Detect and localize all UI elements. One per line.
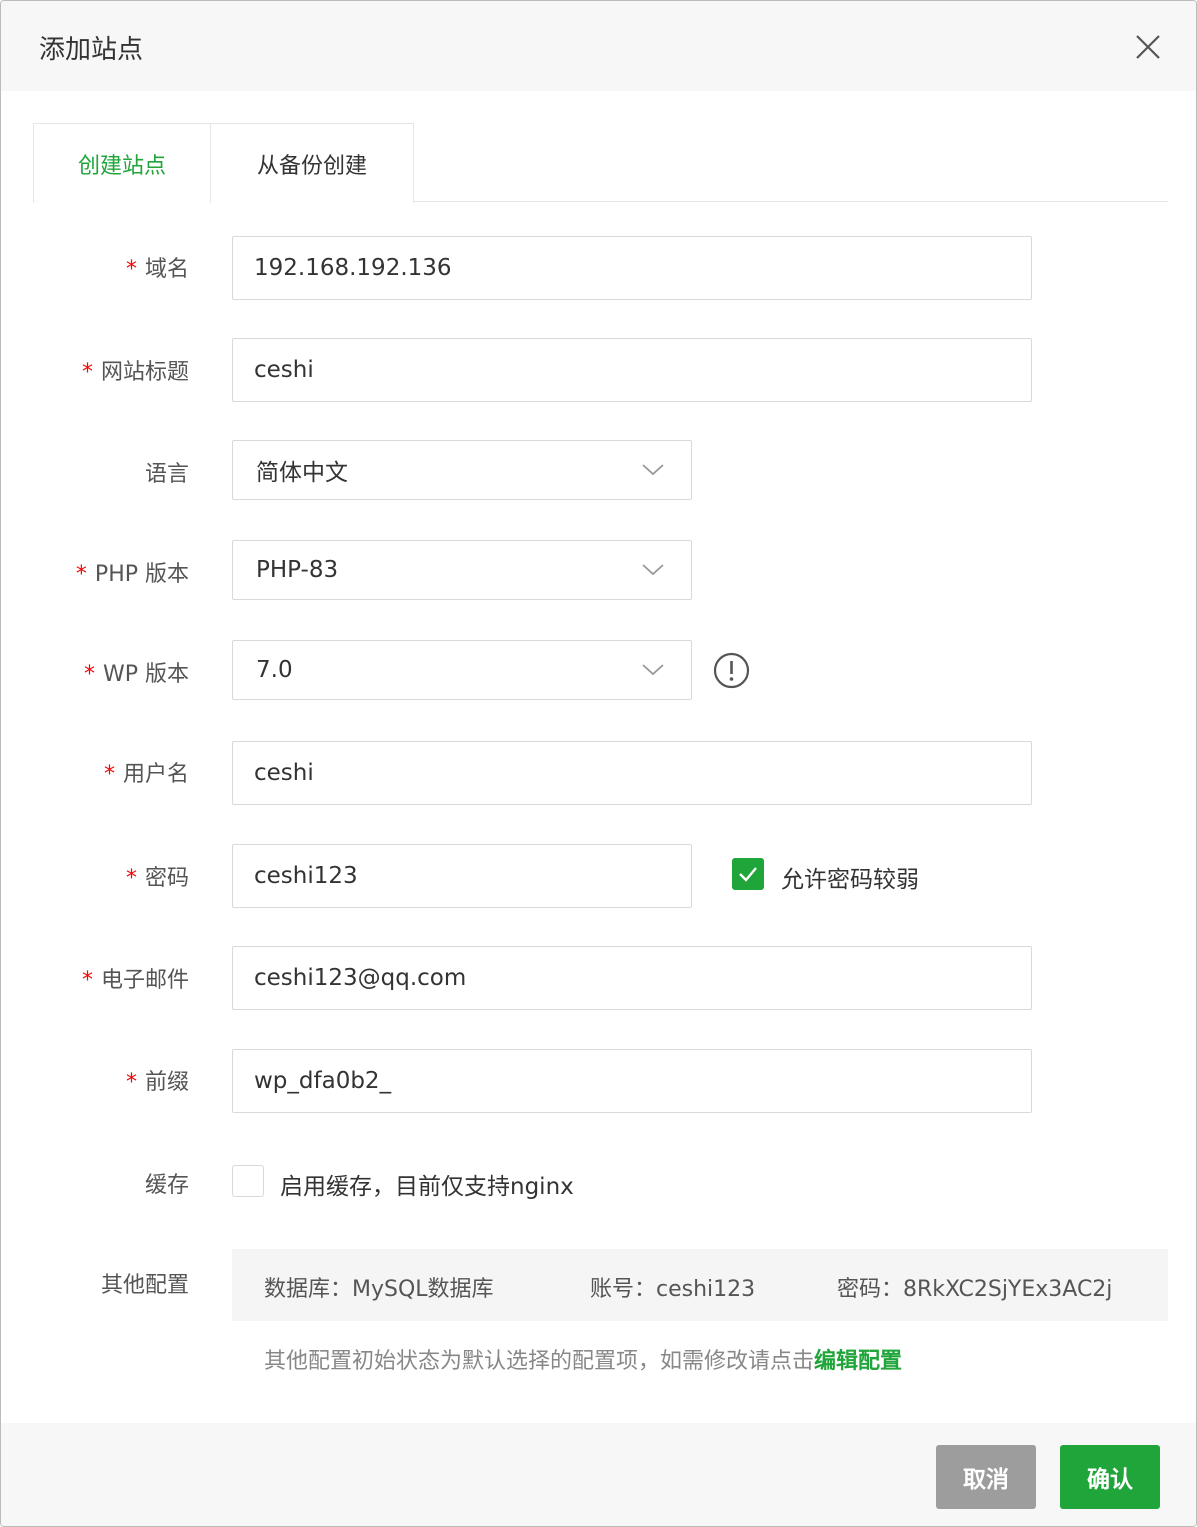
close-icon[interactable] [1131, 31, 1165, 65]
language-label: 语言 [144, 462, 189, 487]
tab-bar: 创建站点 从备份创建 [33, 123, 1168, 203]
wp-version-select[interactable]: 7.0 [232, 640, 692, 700]
cancel-button[interactable]: 取消 [936, 1445, 1036, 1509]
password-input[interactable]: ceshi123 [232, 844, 692, 908]
dialog-header: 添加站点 [1, 1, 1196, 91]
prefix-label: * 前缀 [125, 1070, 189, 1095]
prefix-input[interactable]: wp_dfa0b2_ [232, 1049, 1032, 1113]
email-input[interactable]: ceshi123@qq.com [232, 946, 1032, 1010]
php-version-value: PHP-83 [256, 557, 339, 583]
other-config-label: 其他配置 [100, 1273, 189, 1298]
dialog-title: 添加站点 [39, 35, 144, 65]
add-site-dialog: 添加站点 创建站点 从备份创建 * 域名 192.168.192.136 * 网站标… [0, 0, 1197, 1527]
tab-create-from-backup[interactable]: 从备份创建 [210, 123, 414, 203]
hint-text: 其他配置初始状态为默认选择的配置项，如需修改请点击 [264, 1349, 815, 1374]
domain-label: * 域名 [125, 257, 189, 282]
username-input[interactable]: ceshi [232, 741, 1032, 805]
chevron-down-icon [642, 664, 664, 676]
database-info: 数据库：MySQL数据库 [264, 1277, 494, 1302]
weak-password-label: 允许密码较弱 [781, 867, 919, 893]
password-label: * 密码 [125, 866, 189, 891]
db-password-info: 密码：8RkXC2SjYEx3AC2j [837, 1277, 1113, 1302]
edit-config-link[interactable]: 编辑配置 [814, 1349, 902, 1374]
php-version-label: * PHP 版本 [75, 562, 189, 587]
wp-version-value: 7.0 [256, 657, 293, 683]
php-version-select[interactable]: PHP-83 [232, 540, 692, 600]
info-icon[interactable] [713, 652, 750, 689]
other-config-hint: 其他配置初始状态为默认选择的配置项，如需修改请点击编辑配置 [264, 1343, 902, 1375]
weak-password-checkbox[interactable] [732, 858, 764, 890]
confirm-button[interactable]: 确认 [1060, 1445, 1160, 1509]
checkmark-icon [739, 867, 757, 882]
account-info: 账号：ceshi123 [590, 1277, 756, 1302]
cache-checkbox[interactable] [232, 1165, 264, 1197]
language-value: 简体中文 [256, 460, 348, 486]
other-config-box: 数据库：MySQL数据库 账号：ceshi123 密码：8RkXC2SjYEx3… [232, 1249, 1168, 1321]
wp-version-label: * WP 版本 [83, 662, 189, 687]
username-label: * 用户名 [103, 762, 189, 787]
dialog-footer: 取消 确认 [1, 1423, 1196, 1526]
cache-checkbox-label: 启用缓存，目前仅支持nginx [280, 1174, 574, 1200]
language-select[interactable]: 简体中文 [232, 440, 692, 500]
tab-create-site[interactable]: 创建站点 [33, 123, 211, 203]
chevron-down-icon [642, 464, 664, 476]
cache-label: 缓存 [144, 1173, 189, 1198]
domain-input[interactable]: 192.168.192.136 [232, 236, 1032, 300]
site-title-label: * 网站标题 [81, 360, 189, 385]
site-title-input[interactable]: ceshi [232, 338, 1032, 402]
email-label: * 电子邮件 [81, 968, 189, 993]
chevron-down-icon [642, 564, 664, 576]
